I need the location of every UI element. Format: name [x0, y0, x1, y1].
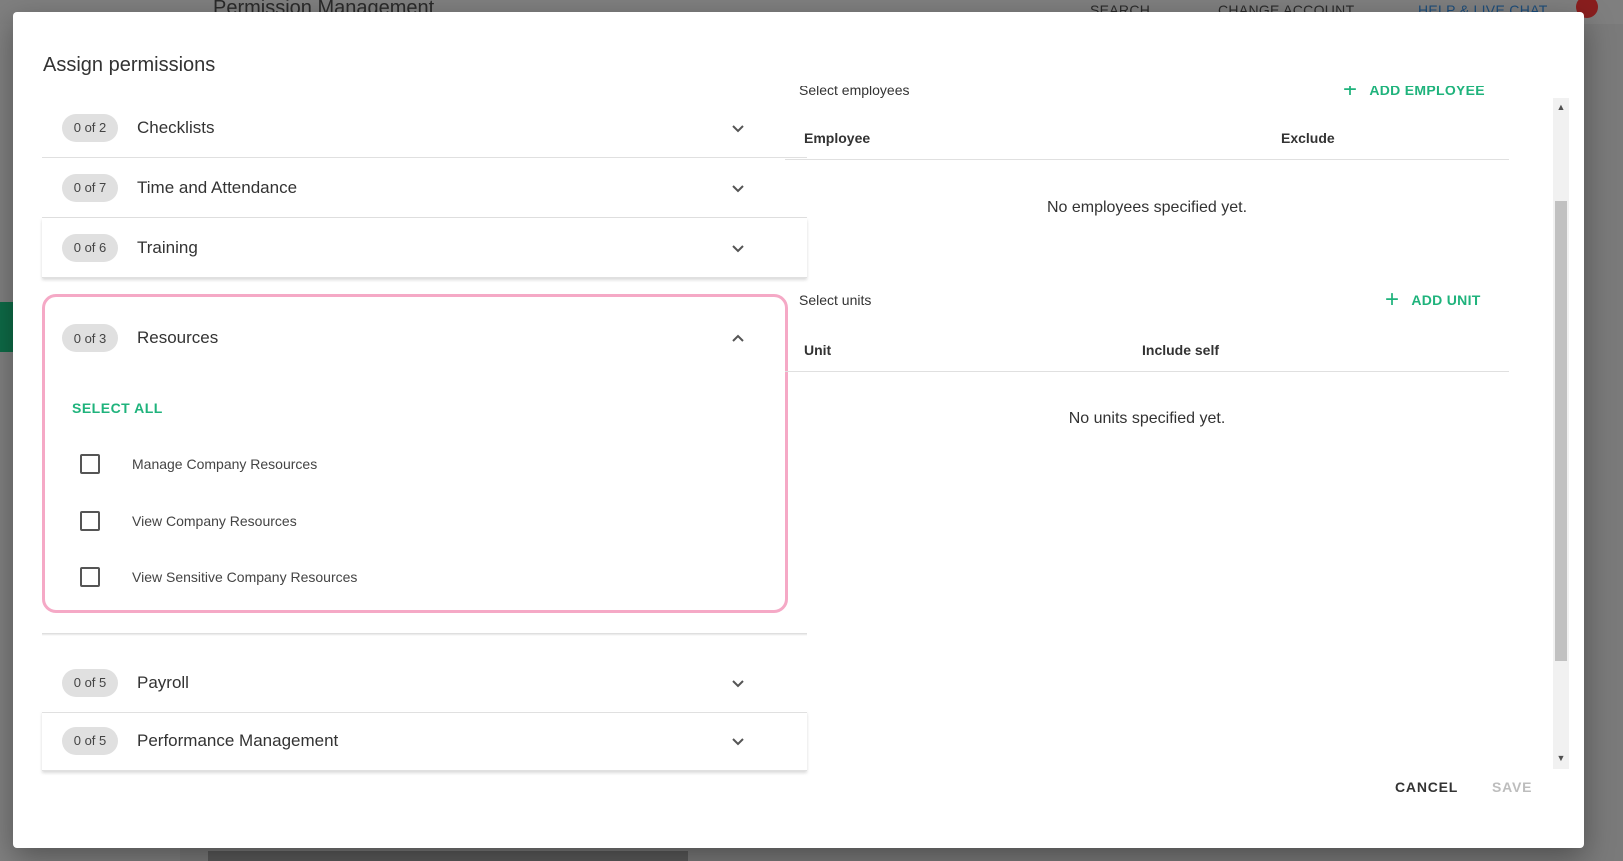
permission-groups-panel: 0 of 2 Checklists 0 of 7 Time and Attend…: [42, 98, 807, 796]
permission-view-company-resources[interactable]: View Company Resources: [80, 511, 297, 531]
chevron-down-icon[interactable]: [730, 240, 746, 256]
permission-label: View Sensitive Company Resources: [132, 569, 358, 585]
column-exclude[interactable]: Exclude: [1281, 130, 1335, 146]
chevron-up-icon[interactable]: [730, 330, 746, 346]
group-label: Training: [137, 237, 198, 257]
scrollbar-thumb[interactable]: [1555, 201, 1567, 661]
column-include-self[interactable]: Include self: [1142, 342, 1219, 358]
group-count-badge: 0 of 5: [62, 668, 118, 697]
chevron-down-icon[interactable]: [730, 180, 746, 196]
group-label: Payroll: [137, 672, 189, 692]
group-payroll[interactable]: 0 of 5 Payroll: [42, 653, 807, 713]
employees-empty-message: No employees specified yet.: [1046, 199, 1248, 216]
group-count-badge: 0 of 2: [62, 113, 118, 142]
permission-label: View Company Resources: [132, 513, 297, 529]
scroll-down-arrow-icon[interactable]: ▼: [1556, 753, 1566, 763]
scrollbar[interactable]: ▲ ▼: [1553, 98, 1569, 769]
group-label: Resources: [137, 328, 219, 347]
group-training[interactable]: 0 of 6 Training: [42, 218, 807, 278]
assign-permissions-dialog: Assign permissions 0 of 2 Checklists 0 o…: [13, 12, 1584, 848]
group-resources-header[interactable]: 0 of 3 Resources: [45, 308, 785, 368]
group-count-badge: 0 of 3: [62, 324, 118, 352]
permission-manage-company-resources[interactable]: Manage Company Resources: [80, 454, 317, 474]
column-employee[interactable]: Employee: [804, 130, 870, 146]
group-time-and-attendance[interactable]: 0 of 7 Time and Attendance: [42, 158, 807, 218]
background-bottom-bar: [208, 851, 688, 861]
dialog-title: Assign permissions: [43, 54, 216, 76]
add-unit-label: ADD UNIT: [1411, 292, 1481, 308]
add-employee-button[interactable]: + ADD EMPLOYEE: [1343, 86, 1485, 102]
cancel-button[interactable]: CANCEL: [1395, 779, 1458, 795]
divider: [785, 371, 1509, 372]
group-label: Performance Management: [137, 730, 339, 750]
save-button[interactable]: SAVE: [1492, 779, 1532, 795]
checkbox[interactable]: [80, 454, 100, 474]
add-unit-button[interactable]: + ADD UNIT: [1385, 288, 1481, 312]
units-empty-message: No units specified yet.: [1068, 410, 1226, 427]
group-label: Checklists: [137, 117, 215, 137]
column-unit[interactable]: Unit: [804, 342, 831, 358]
group-label: Time and Attendance: [137, 177, 298, 197]
chevron-down-icon[interactable]: [730, 675, 746, 691]
plus-icon: +: [1385, 286, 1400, 313]
checkbox[interactable]: [80, 511, 100, 531]
permission-view-sensitive-company-resources[interactable]: View Sensitive Company Resources: [80, 567, 357, 587]
scroll-up-arrow-icon[interactable]: ▲: [1556, 102, 1566, 112]
group-performance-management[interactable]: 0 of 5 Performance Management: [42, 711, 807, 771]
chevron-down-icon[interactable]: [730, 733, 746, 749]
plus-icon: +: [1343, 86, 1358, 103]
divider: [785, 159, 1509, 160]
select-all-button[interactable]: SELECT ALL: [72, 400, 163, 416]
divider: [42, 633, 807, 636]
employees-section-title: Select employees: [799, 86, 910, 98]
group-count-badge: 0 of 7: [62, 173, 118, 202]
assignment-panel: Select employees + ADD EMPLOYEE Employee…: [785, 86, 1539, 776]
chevron-down-icon[interactable]: [730, 120, 746, 136]
background-sidebar-active-item: [0, 302, 14, 352]
permission-label: Manage Company Resources: [132, 456, 318, 472]
group-count-badge: 0 of 5: [62, 726, 118, 755]
checkbox[interactable]: [80, 567, 100, 587]
units-section-title: Select units: [799, 292, 872, 308]
group-checklists[interactable]: 0 of 2 Checklists: [42, 98, 807, 158]
add-employee-label: ADD EMPLOYEE: [1369, 86, 1485, 98]
group-count-badge: 0 of 6: [62, 233, 118, 262]
